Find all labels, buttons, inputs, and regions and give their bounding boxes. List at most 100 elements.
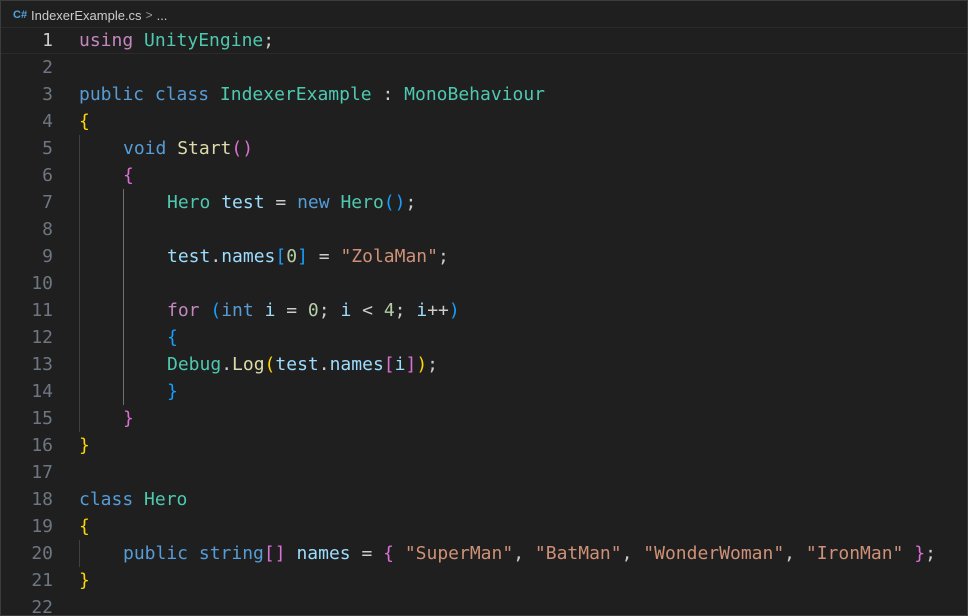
code-token: }: [167, 381, 178, 402]
code-line[interactable]: 17: [1, 459, 967, 486]
code-token: [: [383, 354, 395, 375]
code-token: 0: [307, 300, 319, 321]
code-line[interactable]: 1 using UnityEngine;: [1, 27, 967, 54]
code-token: {: [79, 111, 90, 132]
line-number: 5: [42, 138, 53, 159]
code-token: .: [210, 246, 222, 267]
code-token: class: [154, 84, 210, 105]
code-token: ;: [427, 354, 438, 375]
code-token: }: [914, 543, 926, 564]
line-number: 8: [42, 219, 53, 240]
code-line[interactable]: 6{: [1, 162, 967, 189]
line-content: {: [79, 108, 90, 135]
code-token: }: [123, 408, 134, 429]
code-token: ;: [437, 246, 449, 267]
line-number: 20: [31, 543, 53, 564]
code-token: test: [167, 246, 211, 267]
code-line[interactable]: 15}: [1, 405, 967, 432]
code-token: []: [263, 543, 286, 564]
code-token: (: [264, 354, 276, 375]
code-token: public: [123, 543, 189, 564]
code-token: }: [79, 570, 90, 591]
line-number: 15: [31, 408, 53, 429]
code-token: ;: [925, 543, 936, 564]
code-line[interactable]: 5 void Start(): [1, 135, 967, 162]
code-token: ): [448, 300, 460, 321]
line-number: 7: [42, 192, 53, 213]
code-token: (: [210, 300, 222, 321]
code-line[interactable]: 11 for (int i = 0; i < 4; i++): [1, 297, 967, 324]
code-line[interactable]: 18 class Hero: [1, 486, 967, 513]
code-line[interactable]: 7 Hero test = new Hero();: [1, 189, 967, 216]
code-token: .: [221, 354, 233, 375]
line-number: 6: [42, 165, 53, 186]
code-line[interactable]: 14}: [1, 378, 967, 405]
code-line[interactable]: 10: [1, 270, 967, 297]
code-line[interactable]: 19 {: [1, 513, 967, 540]
code-token: (): [231, 138, 254, 159]
code-token: Start: [177, 138, 232, 159]
code-token: ,: [784, 543, 806, 564]
code-line[interactable]: 4{: [1, 108, 967, 135]
code-editor[interactable]: C# IndexerExample.cs > ... 1 using UnityE…: [0, 0, 968, 616]
code-token: "BatMan": [534, 543, 622, 564]
code-line[interactable]: 20 public string[] names = { "SuperMan", …: [1, 540, 967, 567]
code-token: {: [79, 516, 90, 537]
line-content: public class IndexerExample : MonoBehavi…: [79, 81, 545, 108]
line-content: test.names[0] = "ZolaMan";: [167, 243, 449, 270]
code-token: void: [123, 138, 167, 159]
line-number: 17: [31, 462, 53, 483]
code-line[interactable]: 8: [1, 216, 967, 243]
code-token: Hero: [167, 192, 211, 213]
code-token: Hero: [340, 192, 384, 213]
line-content: {: [123, 162, 134, 189]
code-line[interactable]: 3 public class IndexerExample : MonoBehav…: [1, 81, 967, 108]
code-token: public: [79, 84, 145, 105]
line-content: class Hero: [79, 486, 187, 513]
code-token: i: [394, 354, 406, 375]
line-number: 9: [42, 246, 53, 267]
code-token: :: [371, 84, 405, 105]
code-token: MonoBehaviour: [404, 84, 546, 105]
code-token: <: [351, 300, 384, 321]
code-line[interactable]: 13 Debug.Log(test.names[i]);: [1, 351, 967, 378]
code-token: {: [123, 165, 134, 186]
code-token: =: [307, 246, 341, 267]
line-number: 4: [42, 111, 53, 132]
line-content: public string[] names = { "SuperMan", "B…: [123, 540, 936, 567]
code-token: =: [275, 300, 308, 321]
code-line[interactable]: 21}: [1, 567, 967, 594]
code-token: names: [221, 246, 276, 267]
code-token: UnityEngine: [144, 30, 264, 51]
code-token: names: [296, 543, 351, 564]
breadcrumb-symbol-ellipsis[interactable]: ...: [157, 8, 168, 23]
code-token: }: [79, 435, 90, 456]
line-number: 3: [42, 84, 53, 105]
chevron-right-icon: >: [145, 8, 153, 22]
code-line[interactable]: 12 {: [1, 324, 967, 351]
code-area[interactable]: 1 using UnityEngine; 2 3 public class Indexe…: [1, 27, 967, 615]
code-line[interactable]: 16}: [1, 432, 967, 459]
code-line[interactable]: 9 test.names[0] = "ZolaMan";: [1, 243, 967, 270]
code-line[interactable]: 22: [1, 594, 967, 615]
breadcrumb-file-name[interactable]: IndexerExample.cs: [31, 8, 142, 23]
code-line[interactable]: 2: [1, 54, 967, 81]
code-token: for: [167, 300, 200, 321]
code-token: ++: [427, 300, 449, 321]
code-token: Hero: [144, 489, 188, 510]
breadcrumb: C# IndexerExample.cs > ...: [1, 1, 967, 29]
code-token: [: [275, 246, 287, 267]
csharp-file-icon: C#: [13, 9, 28, 21]
code-token: ]: [297, 246, 308, 267]
code-token: ;: [394, 300, 417, 321]
